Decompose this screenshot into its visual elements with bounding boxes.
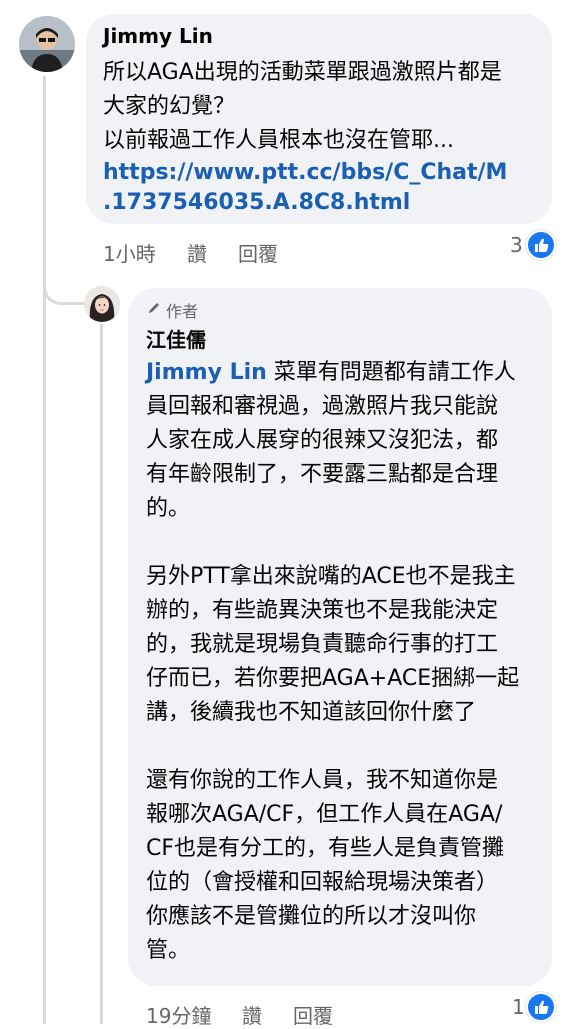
thread-connector	[43, 272, 86, 305]
comment-author-name[interactable]: Jimmy Lin	[103, 24, 213, 48]
avatar-image	[84, 286, 120, 322]
reply-para1-line-3: 人家在成人展穿的很辣又沒犯法，都	[146, 428, 499, 453]
avatar-jimmy-lin[interactable]	[19, 16, 75, 72]
reply-reaction-count[interactable]: 1	[512, 995, 525, 1019]
reply-para3-line-4: 位的（會授權和回報給現場決策者）	[146, 870, 499, 895]
thumbs-up-icon	[535, 238, 549, 252]
reply-para2-line-2: 辦的，有些詭異決策也不是我能決定	[146, 598, 499, 623]
reply-para2-line-4: 仔而已，若你要把AGA+ACE捆綁一起	[146, 666, 520, 691]
reply-reply-button[interactable]: 回覆	[293, 1000, 333, 1029]
pencil-icon	[146, 300, 162, 316]
reply-para3-line-5: 你應該不是管攤位的所以才沒叫你	[146, 904, 477, 929]
thread-line-main	[43, 76, 46, 1024]
comment-reaction-count[interactable]: 3	[510, 233, 523, 257]
reply-para1-text: 菜單有問題都有請工作人	[266, 360, 516, 385]
reply-para3-line-2: 報哪次AGA/CF，但工作人員在AGA/	[146, 802, 503, 827]
thread-line-reply	[100, 324, 103, 1024]
comment-link-line-2[interactable]: .1737546035.A.8C8.html	[103, 186, 410, 220]
comment-timestamp[interactable]: 1小時	[103, 238, 156, 267]
comment-like-button[interactable]: 讚	[187, 238, 207, 267]
reply-para2-line-5: 講，後續我也不知道該回你什麼了	[146, 700, 477, 725]
comment-text-line-1: 所以AGA出現的活動菜單跟過激照片都是	[103, 60, 502, 85]
like-reaction-icon[interactable]	[526, 230, 556, 260]
reply-para1-line-2: 員回報和審視過，過激照片我只能說	[146, 394, 499, 419]
avatar-image	[19, 16, 75, 72]
reply-like-reaction-icon[interactable]	[526, 992, 556, 1022]
reply-para3-line-1: 還有你說的工作人員，我不知道你是	[146, 768, 499, 793]
reply-timestamp[interactable]: 19分鐘	[146, 1000, 211, 1029]
reply-para1-line-4: 有年齡限制了，不要露三點都是合理	[146, 462, 499, 487]
thumbs-up-icon	[535, 1000, 549, 1014]
reply-para1-line-1: Jimmy Lin 菜單有問題都有請工作人	[146, 356, 516, 390]
reply-like-button[interactable]: 讚	[242, 1000, 262, 1029]
comment-reply-button[interactable]: 回覆	[238, 238, 278, 267]
comment-link-line-1[interactable]: https://www.ptt.cc/bbs/C_Chat/M	[103, 156, 507, 190]
reply-para3-line-3: CF也是有分工的，有些人是負責管攤	[146, 836, 505, 861]
avatar-jiang-jia-ru[interactable]	[84, 286, 120, 322]
reply-para3-line-6: 管。	[146, 938, 191, 963]
reply-para2-line-1: 另外PTT拿出來說嘴的ACE也不是我主	[146, 564, 516, 589]
author-badge: 作者	[166, 302, 199, 321]
comment-text-line-3: 以前報過工作人員根本也沒在管耶...	[103, 128, 454, 153]
comment-text-line-2: 大家的幻覺？	[103, 94, 236, 119]
mention-link[interactable]: Jimmy Lin	[146, 360, 267, 385]
reply-para1-line-5: 的。	[146, 496, 191, 521]
reply-para2-line-3: 的，我就是現場負責聽命行事的打工	[146, 632, 499, 657]
reply-author-name[interactable]: 江佳儒	[146, 324, 206, 353]
